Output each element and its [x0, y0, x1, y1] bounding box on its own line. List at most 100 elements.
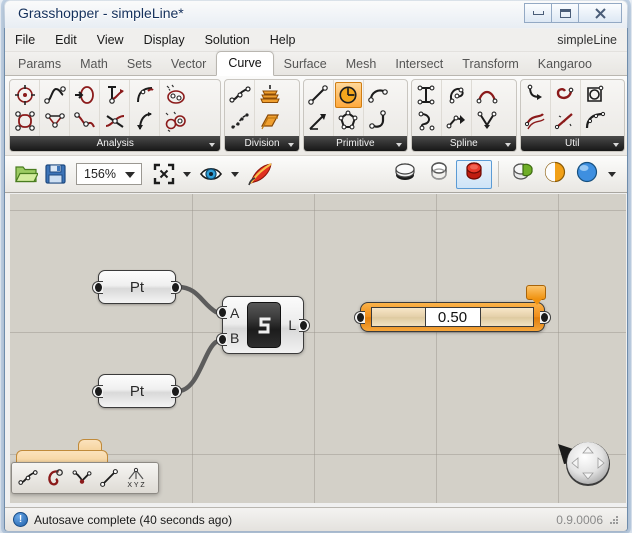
canvas-floating-palette[interactable]: X Y Z	[11, 462, 159, 494]
grasshopper-canvas[interactable]: Pt Pt A B L 0.50 X Y Z	[10, 194, 626, 503]
curve-closest-point-icon[interactable]	[42, 466, 68, 490]
curve-curvature-icon[interactable]	[131, 82, 158, 108]
curve-on-surface-icon[interactable]	[413, 108, 440, 134]
display-mode-shaded-off-button[interactable]	[388, 161, 422, 188]
curve-evaluate-icon[interactable]	[41, 82, 68, 108]
line-icon[interactable]	[305, 82, 332, 108]
preview-mesh-quality-button[interactable]	[505, 161, 539, 188]
display-mode-shaded-button[interactable]	[456, 159, 492, 189]
tab-mesh[interactable]: Mesh	[337, 54, 386, 75]
divide-curve-icon[interactable]	[15, 466, 41, 490]
menu-item-edit[interactable]: Edit	[45, 31, 87, 49]
save-file-button[interactable]	[41, 163, 70, 185]
join-curves-icon[interactable]	[552, 82, 579, 108]
curve-closest-point-icon[interactable]	[11, 82, 38, 108]
slider-input-port[interactable]	[354, 311, 365, 324]
fillet-icon[interactable]	[522, 82, 549, 108]
shatter-icon[interactable]	[256, 82, 283, 108]
control-points-icon[interactable]	[11, 108, 38, 134]
dash-pattern-icon[interactable]	[256, 108, 283, 134]
preview-visibility-button[interactable]	[196, 165, 226, 183]
curve-side-icon[interactable]	[69, 466, 95, 490]
zoom-extents-button[interactable]	[150, 163, 178, 185]
panel-label-spline[interactable]: Spline	[412, 136, 516, 151]
close-button[interactable]	[578, 3, 622, 23]
chevron-down-icon[interactable]	[125, 172, 135, 178]
slider-track[interactable]: 0.50	[371, 307, 534, 327]
tab-intersect[interactable]: Intersect	[386, 54, 452, 75]
zoom-level-combobox[interactable]: 156%	[76, 163, 142, 185]
curve-middle-icon[interactable]	[71, 108, 98, 134]
offset-curve-icon[interactable]	[522, 108, 549, 134]
preview-visibility-dropdown[interactable]	[231, 171, 239, 177]
param-point-a[interactable]: Pt	[92, 270, 182, 304]
canvas-navigation-widget[interactable]	[554, 434, 616, 495]
tab-kangaroo[interactable]: Kangaroo	[529, 54, 601, 75]
display-mode-wireframe-button[interactable]	[422, 161, 456, 188]
curve-tangent-icon[interactable]	[101, 82, 128, 108]
curve-end-points-icon[interactable]	[71, 82, 98, 108]
maximize-button[interactable]	[551, 3, 579, 23]
slider-value[interactable]: 0.50	[424, 308, 481, 326]
open-file-button[interactable]	[11, 163, 41, 185]
project-icon[interactable]	[582, 82, 609, 108]
arc-icon[interactable]	[365, 82, 392, 108]
menu-item-help[interactable]: Help	[260, 31, 306, 49]
menu-item-display[interactable]: Display	[134, 31, 195, 49]
nurbs-curve-icon[interactable]	[473, 82, 500, 108]
panel-label-primitive[interactable]: Primitive	[303, 136, 408, 151]
resize-grip[interactable]	[609, 515, 619, 525]
tab-params[interactable]: Params	[9, 54, 70, 75]
number-slider[interactable]: 0.50	[354, 302, 551, 332]
param-point-b[interactable]: Pt	[92, 374, 182, 408]
circle-icon[interactable]	[334, 82, 362, 108]
chevron-down-icon[interactable]	[612, 142, 619, 147]
simplify-curve-icon[interactable]	[552, 108, 579, 134]
chevron-down-icon[interactable]	[209, 142, 216, 147]
minimize-button[interactable]	[524, 3, 552, 23]
output-port[interactable]	[171, 281, 182, 294]
tab-surface[interactable]: Surface	[275, 54, 336, 75]
arc-sed-icon[interactable]	[365, 108, 392, 134]
input-port-b[interactable]	[216, 333, 227, 346]
tab-curve[interactable]: Curve	[216, 51, 274, 76]
input-port[interactable]	[92, 281, 103, 294]
interpolate-icon[interactable]	[443, 82, 470, 108]
chevron-down-icon[interactable]	[287, 142, 294, 147]
polyline-icon[interactable]	[473, 108, 500, 134]
slider-balloon-marker[interactable]	[526, 285, 546, 305]
chevron-down-icon[interactable]	[504, 142, 511, 147]
preview-color-dropdown[interactable]	[608, 171, 616, 177]
bake-button[interactable]	[244, 162, 278, 186]
menu-item-file[interactable]: File	[5, 31, 45, 49]
menu-item-view[interactable]: View	[87, 31, 134, 49]
tab-transform[interactable]: Transform	[453, 54, 528, 75]
curve-planar-icon[interactable]	[161, 82, 188, 108]
panel-label-analysis[interactable]: Analysis	[10, 136, 221, 151]
line-sdl-icon[interactable]	[305, 108, 332, 134]
curve-contains-icon[interactable]	[161, 108, 188, 134]
rebuild-curve-icon[interactable]	[582, 108, 609, 134]
divide-curve-icon[interactable]	[226, 82, 253, 108]
output-port-l[interactable]	[299, 319, 310, 332]
tab-vector[interactable]: Vector	[162, 54, 215, 75]
tab-sets[interactable]: Sets	[118, 54, 161, 75]
zoom-extents-dropdown[interactable]	[183, 171, 191, 177]
xyz-point-icon[interactable]: X Y Z	[123, 466, 149, 490]
input-port-a[interactable]	[216, 306, 227, 319]
slider-output-port[interactable]	[540, 311, 551, 324]
chevron-down-icon[interactable]	[396, 142, 403, 147]
panel-label-division[interactable]: Division	[225, 136, 299, 151]
component-line[interactable]: A B L	[216, 296, 310, 354]
input-port[interactable]	[92, 385, 103, 398]
kinky-curve-icon[interactable]	[443, 108, 470, 134]
control-polygon-icon[interactable]	[41, 108, 68, 134]
menu-item-solution[interactable]: Solution	[195, 31, 260, 49]
polygon-icon[interactable]	[335, 108, 362, 134]
transparency-button[interactable]	[539, 161, 571, 188]
divide-distance-icon[interactable]	[226, 108, 253, 134]
line-icon[interactable]	[96, 466, 122, 490]
preview-color-button[interactable]	[571, 161, 603, 188]
panel-label-util[interactable]: Util	[520, 136, 624, 151]
bezier-span-icon[interactable]	[413, 82, 440, 108]
